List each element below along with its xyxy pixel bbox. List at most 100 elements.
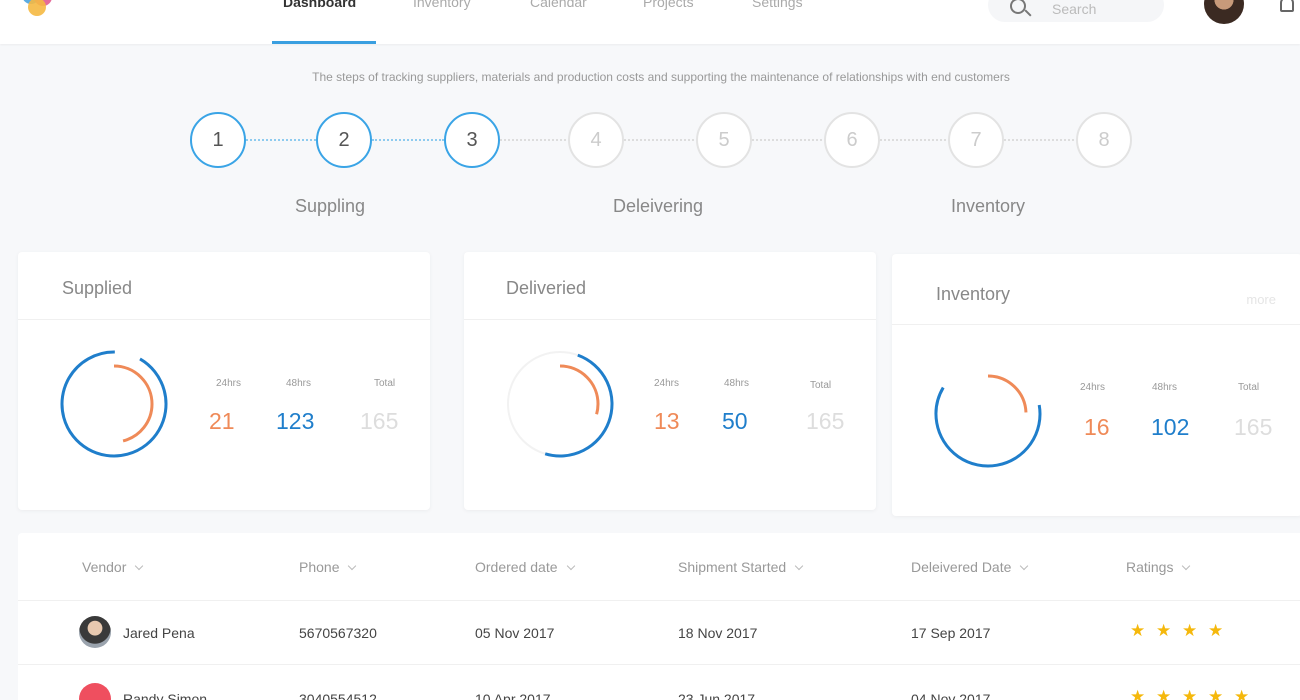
- star-icon: ★: [1156, 687, 1172, 700]
- stat-value-24hrs: 13: [654, 408, 680, 434]
- delivered-progress-ring: [506, 350, 614, 458]
- delivered-card: Deliveried 24hrs 48hrs Total 13 50 165: [464, 252, 876, 510]
- step-connector: [624, 139, 698, 141]
- inventory-progress-ring: [934, 360, 1042, 468]
- avatar: [79, 616, 111, 648]
- step-connector: [372, 139, 444, 141]
- stat-value-24hrs: 16: [1084, 414, 1110, 440]
- phase-label-suppling: Suppling: [294, 196, 366, 216]
- stat-label-24hrs: 24hrs: [216, 378, 242, 389]
- search-box[interactable]: Search: [988, 0, 1164, 22]
- row-divider: [18, 600, 1300, 601]
- card-divider: [18, 319, 430, 320]
- step-connector: [246, 139, 316, 141]
- nav-calendar[interactable]: Calendar: [530, 0, 587, 10]
- stat-value-total: 165: [806, 408, 845, 434]
- row-divider: [18, 664, 1300, 665]
- chevron-down-icon[interactable]: [348, 561, 357, 571]
- chevron-down-icon[interactable]: [135, 561, 144, 571]
- star-icon: ★: [1182, 621, 1198, 640]
- star-icon: ★: [1156, 621, 1172, 640]
- search-placeholder[interactable]: Search: [1052, 1, 1096, 17]
- stat-label-48hrs: 48hrs: [286, 378, 312, 389]
- step-4[interactable]: 4: [568, 112, 624, 168]
- column-header-label[interactable]: Vendor: [82, 559, 126, 575]
- chevron-down-icon[interactable]: [566, 561, 575, 571]
- column-header-label[interactable]: Deleivered Date: [911, 559, 1011, 575]
- delivered-date-cell: 17 Sep 2017: [911, 625, 991, 641]
- column-header-label[interactable]: Ratings: [1126, 559, 1173, 575]
- star-icon: ★: [1208, 621, 1224, 640]
- column-header-delivered-date[interactable]: Deleivered Date: [911, 559, 1029, 575]
- stat-value-total: 165: [360, 408, 399, 434]
- column-header-shipment-started[interactable]: Shipment Started: [678, 559, 804, 575]
- card-divider: [464, 319, 876, 320]
- column-header-label[interactable]: Ordered date: [475, 559, 558, 575]
- stat-label-24hrs: 24hrs: [1080, 382, 1106, 393]
- star-icon: ★: [1208, 687, 1224, 700]
- chevron-down-icon[interactable]: [794, 561, 804, 571]
- nav-settings[interactable]: Settings: [752, 0, 803, 10]
- step-5[interactable]: 5: [696, 112, 752, 168]
- stat-value-total: 165: [1234, 414, 1273, 440]
- stat-value-24hrs: 21: [209, 408, 235, 434]
- chevron-down-icon[interactable]: [1020, 561, 1029, 571]
- stat-label-total: Total: [810, 380, 832, 391]
- vendor-table: Vendor Phone Ordered date Shipment Start…: [18, 533, 1300, 700]
- stat-value-48hrs: 102: [1151, 414, 1190, 440]
- vendor-name: Randy Simon: [123, 691, 208, 700]
- bell-icon[interactable]: [1280, 0, 1294, 12]
- phase-label-inventory: Inventory: [950, 196, 1026, 216]
- nav-dashboard[interactable]: Dashboard: [283, 0, 356, 10]
- card-title: Inventory: [936, 284, 1011, 304]
- phase-label-delivering: Deleivering: [612, 196, 704, 216]
- nav-inventory[interactable]: Inventory: [413, 0, 471, 10]
- column-header-phone[interactable]: Phone: [299, 559, 357, 575]
- steps-subtitle: The steps of tracking suppliers, materia…: [312, 70, 1010, 84]
- shipment-started-cell: 23 Jun 2017: [678, 691, 756, 700]
- step-2[interactable]: 2: [316, 112, 372, 168]
- avatar: [79, 683, 111, 700]
- star-icon: ★: [1130, 687, 1146, 700]
- stat-label-48hrs: 48hrs: [724, 378, 750, 389]
- star-icon: ★: [1234, 687, 1250, 700]
- phone-cell: 5670567320: [299, 625, 377, 641]
- stat-label-24hrs: 24hrs: [654, 378, 680, 389]
- supplied-card: Supplied 24hrs 48hrs Total 21 123 165: [18, 252, 430, 510]
- ordered-date-cell: 10 Apr 2017: [475, 691, 551, 700]
- column-header-label[interactable]: Shipment Started: [678, 559, 786, 575]
- chevron-down-icon[interactable]: [1182, 561, 1191, 571]
- step-1[interactable]: 1: [190, 112, 246, 168]
- column-header-label[interactable]: Phone: [299, 559, 339, 575]
- column-header-ordered-date[interactable]: Ordered date: [475, 559, 575, 575]
- stat-value-48hrs: 50: [722, 408, 748, 434]
- supplied-progress-ring: [60, 350, 168, 458]
- app-logo[interactable]: [22, 0, 54, 22]
- card-title: Deliveried: [506, 278, 587, 298]
- delivered-date-cell: 04 Nov 2017: [911, 691, 991, 700]
- step-6[interactable]: 6: [824, 112, 880, 168]
- card-title: Supplied: [62, 278, 133, 298]
- step-connector: [752, 139, 826, 141]
- active-tab-indicator: [272, 41, 376, 44]
- shipment-started-cell: 18 Nov 2017: [678, 625, 758, 641]
- vendor-name: Jared Pena: [123, 625, 195, 641]
- column-header-vendor[interactable]: Vendor: [82, 559, 144, 575]
- ordered-date-cell: 05 Nov 2017: [475, 625, 555, 641]
- step-3[interactable]: 3: [444, 112, 500, 168]
- step-connector: [500, 139, 570, 141]
- more-link[interactable]: more: [1246, 292, 1276, 307]
- star-icon: ★: [1130, 621, 1146, 640]
- step-7[interactable]: 7: [948, 112, 1004, 168]
- stat-label-total: Total: [374, 378, 396, 389]
- step-connector: [880, 139, 950, 141]
- nav-projects[interactable]: Projects: [643, 0, 694, 10]
- step-8[interactable]: 8: [1076, 112, 1132, 168]
- inventory-card: Inventory more 24hrs 48hrs Total 16 102 …: [892, 254, 1300, 516]
- column-header-ratings[interactable]: Ratings: [1126, 559, 1191, 575]
- stat-label-total: Total: [1238, 382, 1260, 393]
- search-icon[interactable]: [1010, 0, 1026, 14]
- user-avatar[interactable]: [1204, 0, 1244, 24]
- phone-cell: 3040554512: [299, 691, 377, 700]
- star-icon: ★: [1182, 687, 1198, 700]
